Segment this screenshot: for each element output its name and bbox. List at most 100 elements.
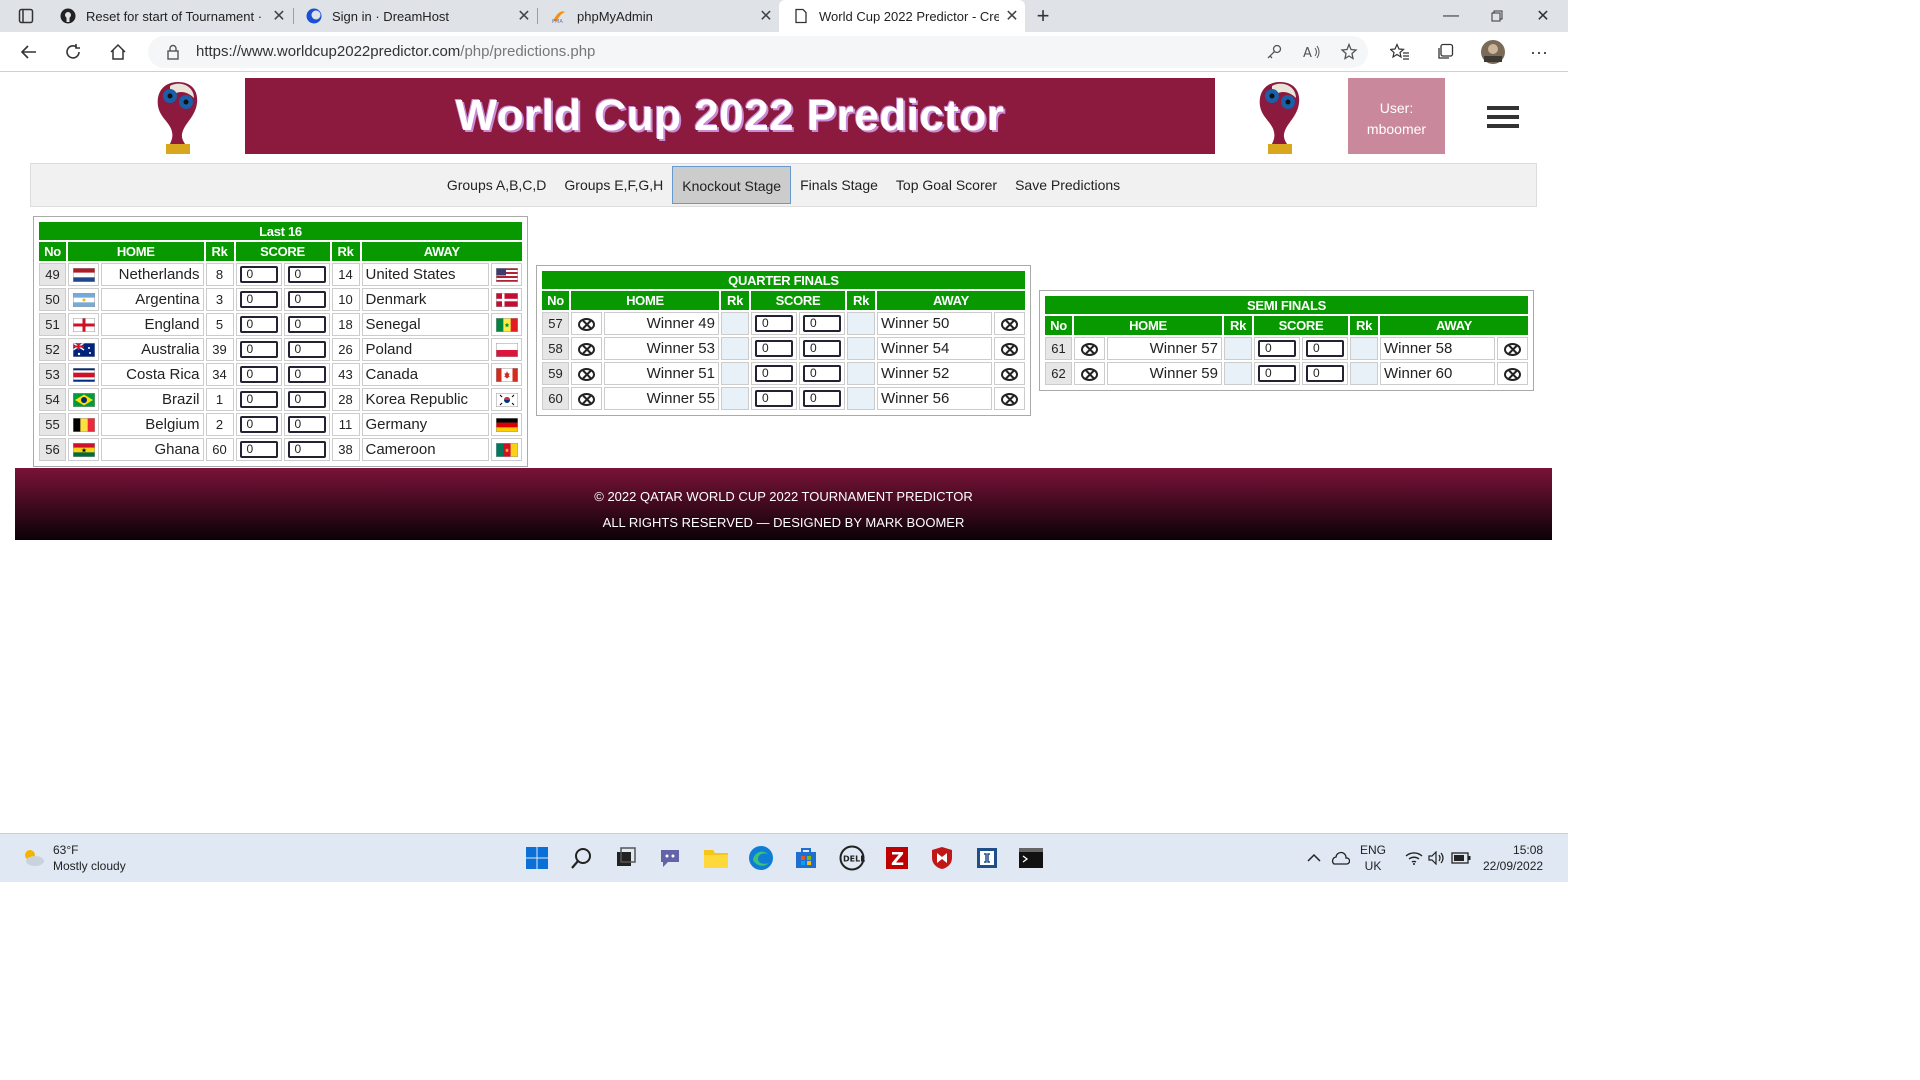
football-icon [1504,367,1521,381]
away-score-input[interactable]: 0 [1306,340,1344,358]
profile-avatar[interactable] [1478,37,1508,67]
away-score-input[interactable]: 0 [287,341,326,359]
code-editor-icon[interactable] [973,844,1001,872]
edge-browser-icon[interactable] [747,844,775,872]
away-score-cell: 0 [283,288,330,311]
dell-icon[interactable]: DELL [838,844,866,872]
browser-tab-bar: Reset for start of Tournament · Is ✕ Sig… [0,0,1568,32]
close-window-button[interactable]: ✕ [1520,0,1566,32]
col-rk: Rk [721,291,749,310]
away-rank: 11 [331,413,360,436]
home-score-input[interactable]: 0 [239,316,278,334]
more-options-icon[interactable]: ··· [1524,37,1554,67]
tab-github[interactable]: Reset for start of Tournament · Is ✕ [46,0,292,32]
restore-button[interactable] [1474,0,1520,32]
nav-groups-efgh[interactable]: Groups E,F,G,H [555,166,672,204]
battery-icon[interactable] [1447,844,1475,872]
away-score-input[interactable]: 0 [287,366,326,384]
close-icon[interactable]: ✕ [266,6,292,26]
windows-taskbar: 63°F Mostly cloudy DELL Z ENG UK 15:08 2… [0,833,1568,882]
home-score-input[interactable]: 0 [1258,340,1296,358]
away-score-input[interactable]: 0 [287,291,326,309]
home-score-input[interactable]: 0 [239,366,278,384]
weather-widget[interactable]: 63°F Mostly cloudy [20,842,126,874]
url-bar[interactable]: https://www.worldcup2022predictor.com/ph… [148,36,1368,68]
away-score-input[interactable]: 0 [1306,365,1344,383]
away-score-input[interactable]: 0 [287,266,326,284]
home-rank [721,387,749,410]
tab-actions-icon[interactable] [12,2,40,30]
clock[interactable]: 15:08 22/09/2022 [1483,842,1543,874]
key-icon[interactable] [1266,44,1282,60]
col-home: HOME [1074,316,1222,335]
close-icon[interactable]: ✕ [753,6,779,26]
home-score-input[interactable]: 0 [755,365,793,383]
read-aloud-icon[interactable]: A [1303,44,1321,60]
nav-groups-abcd[interactable]: Groups A,B,C,D [438,166,556,204]
home-score-input[interactable]: 0 [239,391,278,409]
collections-icon[interactable] [1430,37,1460,67]
home-score-input[interactable]: 0 [239,266,278,284]
teams-chat-icon[interactable] [657,844,685,872]
refresh-icon[interactable] [58,37,88,67]
home-flag [1074,362,1105,385]
away-score-input[interactable]: 0 [803,390,841,408]
away-score-input[interactable]: 0 [287,316,326,334]
hamburger-menu-icon[interactable] [1487,106,1519,128]
home-score-input[interactable]: 0 [1258,365,1296,383]
away-score-input[interactable]: 0 [803,340,841,358]
home-score-cell: 0 [751,387,797,410]
home-score-input[interactable]: 0 [239,291,278,309]
away-rank: 18 [331,313,360,336]
new-tab-button[interactable]: + [1020,0,1066,32]
user-box[interactable]: User: mboomer [1348,78,1445,154]
show-hidden-icons-chevron[interactable] [1300,844,1328,872]
away-team: Winner 52 [877,362,992,385]
match-row: 59 Winner 51 0 0 Winner 52 [542,362,1025,385]
keyboard-language[interactable]: ENG UK [1360,842,1386,874]
nav-top-goal-scorer[interactable]: Top Goal Scorer [887,166,1006,204]
away-score-input[interactable]: 0 [287,441,326,459]
minimize-button[interactable]: — [1428,0,1474,32]
back-icon[interactable] [14,37,44,67]
terminal-icon[interactable] [1017,844,1045,872]
svg-text:DELL: DELL [843,855,865,864]
tab-dreamhost[interactable]: Sign in · DreamHost ✕ [292,0,537,32]
add-favorite-icon[interactable] [1340,43,1358,61]
tab-phpmyadmin[interactable]: PMA phpMyAdmin ✕ [537,0,779,32]
away-score-input[interactable]: 0 [803,315,841,333]
home-score-input[interactable]: 0 [755,390,793,408]
home-score-input[interactable]: 0 [755,340,793,358]
url-text[interactable]: https://www.worldcup2022predictor.com/ph… [196,43,595,60]
microsoft-store-icon[interactable] [792,844,820,872]
away-score-input[interactable]: 0 [287,416,326,434]
home-icon[interactable] [103,37,133,67]
away-score-input[interactable]: 0 [287,391,326,409]
away-flag [491,363,522,386]
match-row: 60 Winner 55 0 0 Winner 56 [542,387,1025,410]
home-team: Winner 55 [604,387,719,410]
close-icon[interactable]: ✕ [511,6,537,26]
nav-finals-stage[interactable]: Finals Stage [791,166,887,204]
svg-text:PMA: PMA [552,19,563,24]
home-score-input[interactable]: 0 [239,441,278,459]
col-rk: Rk [847,291,875,310]
home-score-input[interactable]: 0 [239,341,278,359]
home-score-cell: 0 [751,337,797,360]
onedrive-icon[interactable] [1326,844,1354,872]
lock-icon[interactable] [166,44,180,60]
windows-start-icon[interactable] [523,844,551,872]
football-icon [1081,342,1098,356]
task-view-icon[interactable] [612,844,640,872]
away-score-input[interactable]: 0 [803,365,841,383]
home-score-input[interactable]: 0 [755,315,793,333]
nav-save-predictions[interactable]: Save Predictions [1006,166,1129,204]
home-score-input[interactable]: 0 [239,416,278,434]
file-explorer-icon[interactable] [702,844,730,872]
filezilla-icon[interactable]: Z [883,844,911,872]
search-icon[interactable] [568,844,596,872]
nav-knockout-stage[interactable]: Knockout Stage [672,166,792,204]
tab-worldcup-predictor[interactable]: World Cup 2022 Predictor - Crea ✕ [779,0,1025,32]
favorites-icon[interactable] [1385,37,1415,67]
mcafee-icon[interactable] [928,844,956,872]
